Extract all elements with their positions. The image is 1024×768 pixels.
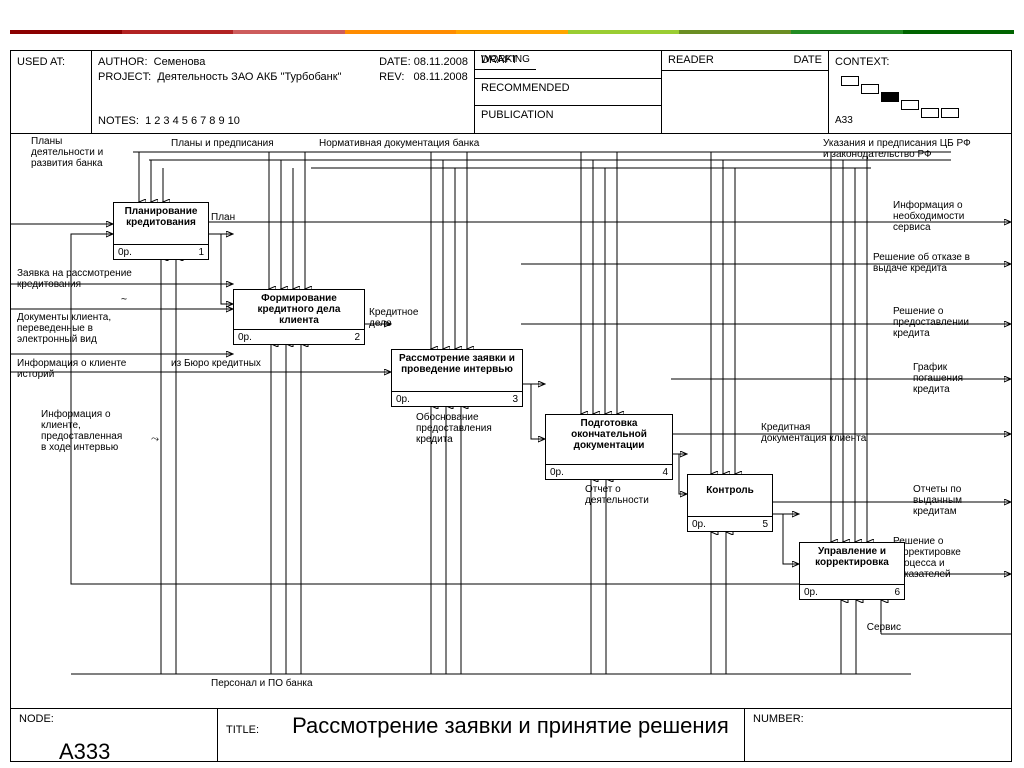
activity-6: Управление и корректировка 0р.6 bbox=[799, 542, 905, 600]
label-reshenie-korr: Решение о корректировке процесса и показ… bbox=[893, 536, 1003, 580]
label-zayavka: Заявка на рассмотрение кредитования bbox=[17, 268, 157, 290]
activity-3: Рассмотрение заявки и проведение интервь… bbox=[391, 349, 523, 407]
activity-5: Контроль 0р.5 bbox=[687, 474, 773, 532]
label-iz-buro: из Бюро кредитных bbox=[171, 358, 261, 369]
activity-4: Подготовка окончательной документации 0р… bbox=[545, 414, 673, 480]
author-project-cell: AUTHOR: Семенова PROJECT: Деятельность З… bbox=[92, 51, 475, 133]
context-thumbnail bbox=[835, 76, 1005, 116]
label-plany-deyat: Планы деятельности и развития банка bbox=[31, 136, 141, 169]
label-info-interview: Информация о клиенте, предоставленная в … bbox=[41, 409, 161, 453]
diagram-canvas: Планы деятельности и развития банка План… bbox=[11, 134, 1011, 709]
label-service: Сервис bbox=[867, 622, 901, 633]
label-info-client-hist: Информация о клиенте историй bbox=[17, 358, 157, 380]
status-cell: WORKING DRAFT RECOMMENDED PUBLICATION bbox=[475, 51, 662, 133]
label-plany-predp: Планы и предписания bbox=[171, 138, 274, 149]
label-reshenie-pred: Решение о предоставлении кредита bbox=[893, 306, 1003, 339]
decorative-rule bbox=[10, 30, 1014, 34]
label-kred-delo: Кредитное дело bbox=[369, 307, 418, 329]
context-cell: CONTEXT: A33 bbox=[829, 51, 1011, 133]
label-norm-doc: Нормативная документация банка bbox=[319, 138, 479, 149]
used-at-label: USED AT: bbox=[17, 56, 65, 68]
diagram-frame: USED AT: AUTHOR: Семенова PROJECT: Деяте… bbox=[10, 50, 1012, 762]
label-info-service: Информация о необходимости сервиса bbox=[893, 200, 1003, 233]
label-reshenie-otkaz: Решение об отказе в выдаче кредита bbox=[873, 252, 1003, 274]
label-obosn: Обоснование предоставления кредита bbox=[416, 412, 516, 445]
label-grafik: График погашения кредита bbox=[913, 362, 1003, 395]
title-cell: TITLE: Рассмотрение заявки и принятие ре… bbox=[218, 709, 745, 761]
label-ukaz-cb: Указания и предписания ЦБ РФ и законодат… bbox=[823, 138, 1003, 160]
label-personal: Персонал и ПО банка bbox=[211, 678, 313, 689]
activity-2: Формирование кредитного дела клиента 0р.… bbox=[233, 289, 365, 345]
footer: NODE: A333 TITLE: Рассмотрение заявки и … bbox=[11, 709, 1011, 761]
label-plan: План bbox=[211, 212, 235, 223]
activity-1: Планирование кредитования 0р.1 bbox=[113, 202, 209, 260]
label-doc-client: Документы клиента, переведенные в электр… bbox=[17, 312, 157, 345]
label-otchet: Отчет о деятельности bbox=[585, 484, 675, 506]
label-otchety-vyd: Отчеты по выданным кредитам bbox=[913, 484, 1003, 517]
label-kred-doc-client: Кредитная документация клиента bbox=[761, 422, 891, 444]
reader-cell: READER DATE bbox=[662, 51, 829, 133]
node-cell: NODE: A333 bbox=[11, 709, 218, 761]
used-at-cell: USED AT: bbox=[11, 51, 92, 133]
header: USED AT: AUTHOR: Семенова PROJECT: Деяте… bbox=[11, 51, 1011, 134]
number-cell: NUMBER: bbox=[745, 709, 1011, 761]
